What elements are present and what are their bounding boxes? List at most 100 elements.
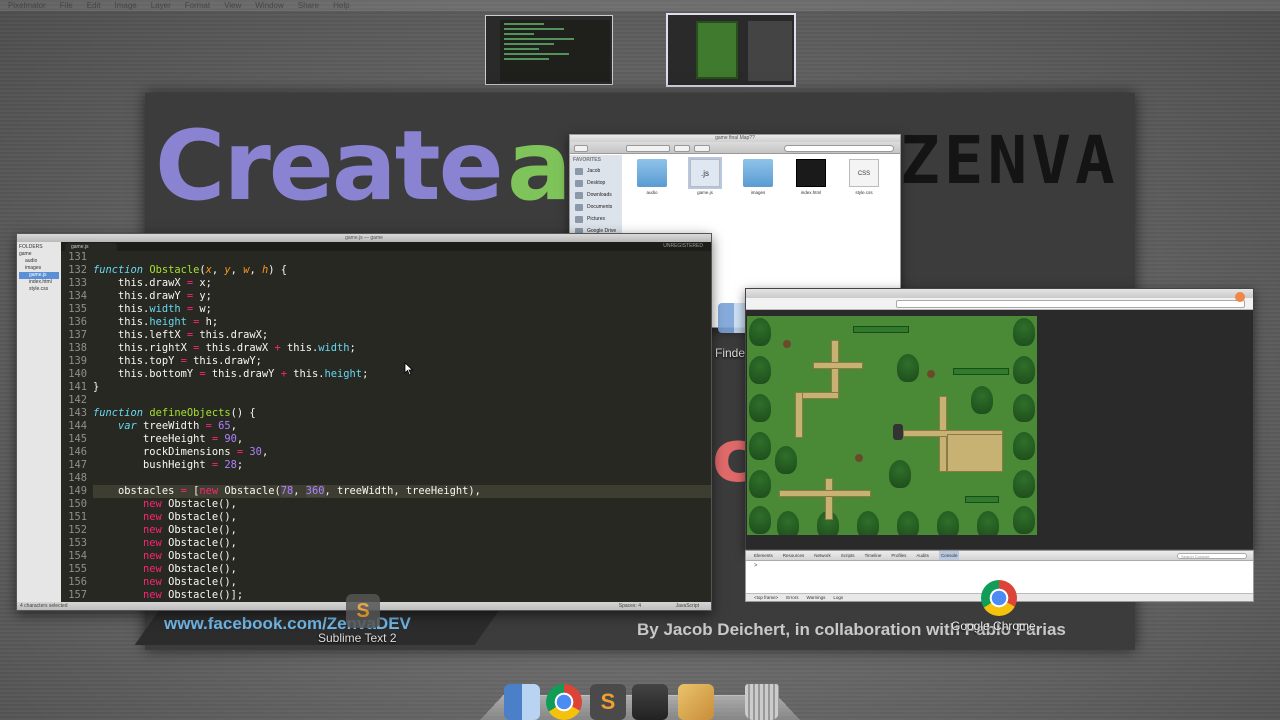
dock-trash-icon[interactable]: [745, 684, 779, 720]
devtools-tab-audits[interactable]: Audits: [916, 551, 929, 560]
code-line[interactable]: new Obstacle(),: [93, 537, 711, 550]
bush-hedge: [953, 368, 1009, 375]
syntax-setting[interactable]: JavaScript: [676, 602, 699, 610]
code-line[interactable]: this.bottomY = this.drawY + this.height;: [93, 368, 711, 381]
space-thumbnail-sublime[interactable]: [485, 15, 613, 85]
menu-item-help[interactable]: Help: [333, 1, 349, 10]
devtools-search-input[interactable]: Search Console: [1177, 553, 1247, 559]
code-line[interactable]: new Obstacle(),: [93, 563, 711, 576]
code-line[interactable]: [93, 472, 711, 485]
line-number: 144: [68, 420, 87, 432]
sidebar-item-pictures[interactable]: Pictures: [573, 213, 619, 225]
filter-logs[interactable]: Logs: [833, 594, 843, 601]
frame-selector[interactable]: <top frame>: [754, 594, 778, 601]
file-style-css[interactable]: CSS style.css: [842, 159, 886, 195]
code-line[interactable]: [93, 394, 711, 407]
indentation-setting[interactable]: Spaces: 4: [619, 602, 641, 610]
code-line[interactable]: this.drawX = x;: [93, 277, 711, 290]
view-mode-buttons[interactable]: [626, 145, 670, 152]
finder-search-input[interactable]: [784, 145, 894, 152]
quicklook-button[interactable]: [674, 145, 690, 152]
file-game-js[interactable]: .js game.js: [683, 157, 727, 195]
menu-item-share[interactable]: Share: [298, 1, 319, 10]
dock-video-app-icon[interactable]: [632, 684, 668, 720]
code-line[interactable]: new Obstacle()];: [93, 589, 711, 602]
code-line[interactable]: [93, 251, 711, 264]
devtools-tab-network[interactable]: Network: [814, 551, 831, 560]
sidebar-item-desktop[interactable]: Desktop: [573, 177, 619, 189]
code-editor[interactable]: function Obstacle(x, y, w, h) { this.dra…: [93, 251, 711, 604]
dock-chrome-icon[interactable]: [546, 684, 582, 720]
devtools-tab-console[interactable]: Console: [938, 551, 960, 560]
tab-game-js[interactable]: game.js: [65, 243, 117, 251]
devtools-tab-scripts[interactable]: Scripts: [841, 551, 855, 560]
menu-item-format[interactable]: Format: [185, 1, 210, 10]
menu-item-view[interactable]: View: [224, 1, 241, 10]
file-images[interactable]: images: [736, 159, 780, 195]
line-number: 145: [68, 433, 87, 445]
code-line[interactable]: bushHeight = 28;: [93, 459, 711, 472]
sidebar-folder-audio[interactable]: audio: [19, 258, 59, 265]
sidebar-file-style-css[interactable]: style.css: [19, 286, 59, 293]
menu-item-window[interactable]: Window: [255, 1, 283, 10]
code-line[interactable]: this.width = w;: [93, 303, 711, 316]
line-number: 150: [68, 498, 87, 510]
bush-hedge: [853, 326, 909, 333]
dock-finder-icon[interactable]: [504, 684, 540, 720]
code-line[interactable]: new Obstacle(),: [93, 524, 711, 537]
action-gear-button[interactable]: [694, 145, 710, 152]
code-line[interactable]: this.leftX = this.drawX;: [93, 329, 711, 342]
menu-item-file[interactable]: File: [60, 1, 73, 10]
chrome-tab-strip[interactable]: [746, 289, 1253, 298]
address-bar[interactable]: [896, 300, 1245, 308]
back-forward-button[interactable]: [574, 145, 588, 152]
code-line[interactable]: this.drawY = y;: [93, 290, 711, 303]
dock-preview-icon[interactable]: [678, 684, 714, 720]
code-line[interactable]: var treeWidth = 65,: [93, 420, 711, 433]
menu-item-edit[interactable]: Edit: [87, 1, 101, 10]
code-line[interactable]: new Obstacle(),: [93, 550, 711, 563]
code-line[interactable]: this.height = h;: [93, 316, 711, 329]
menu-item-image[interactable]: Image: [114, 1, 136, 10]
sidebar-item-downloads[interactable]: Downloads: [573, 189, 619, 201]
chrome-app-icon[interactable]: [981, 580, 1017, 616]
menu-item-app[interactable]: Pixelmator: [8, 1, 46, 10]
code-line[interactable]: function Obstacle(x, y, w, h) {: [93, 264, 711, 277]
thumbnail-side-preview: [748, 21, 792, 81]
sidebar-folder-game[interactable]: game: [19, 251, 59, 258]
code-line[interactable]: this.topY = this.drawY;: [93, 355, 711, 368]
space-thumbnail-game[interactable]: [666, 13, 796, 87]
profile-avatar-icon[interactable]: [1235, 292, 1245, 302]
rock-sprite: [927, 370, 935, 378]
filter-warnings[interactable]: Warnings: [807, 594, 826, 601]
sidebar-file-game-js[interactable]: game.js: [19, 272, 59, 279]
code-line[interactable]: new Obstacle(),: [93, 498, 711, 511]
menu-item-layer[interactable]: Layer: [151, 1, 171, 10]
code-line[interactable]: function defineObjects() {: [93, 407, 711, 420]
code-line[interactable]: this.rightX = this.drawX + this.width;: [93, 342, 711, 355]
file-audio[interactable]: audio: [630, 159, 674, 195]
line-number: 152: [68, 524, 87, 536]
sidebar-folder-images[interactable]: images: [19, 265, 59, 272]
code-line[interactable]: new Obstacle(),: [93, 511, 711, 524]
code-line[interactable]: rockDimensions = 30,: [93, 446, 711, 459]
code-line[interactable]: }: [93, 381, 711, 394]
code-line[interactable]: new Obstacle(),: [93, 576, 711, 589]
dock-sublime-icon[interactable]: S: [590, 684, 626, 720]
sidebar-item-documents[interactable]: Documents: [573, 201, 619, 213]
devtools-tab-elements[interactable]: Elements: [754, 551, 773, 560]
sidebar-file-index-html[interactable]: index.html: [19, 279, 59, 286]
file-index-html[interactable]: index.html: [789, 159, 833, 195]
sidebar-item-jacob[interactable]: Jacob: [573, 165, 619, 177]
filter-errors[interactable]: Errors: [786, 594, 798, 601]
devtools-tab-timeline[interactable]: Timeline: [865, 551, 882, 560]
game-canvas[interactable]: [747, 316, 1037, 535]
console-prompt[interactable]: >: [746, 561, 1253, 571]
devtools-tab-profiles[interactable]: Profiles: [891, 551, 906, 560]
devtools-tab-resources[interactable]: Resources: [783, 551, 805, 560]
sublime-app-icon[interactable]: S: [346, 594, 380, 628]
code-line[interactable]: treeHeight = 90,: [93, 433, 711, 446]
line-number: 157: [68, 589, 87, 601]
code-line[interactable]: obstacles = [new Obstacle(78, 360, treeW…: [93, 485, 711, 498]
sublime-window[interactable]: game.js — game FOLDERS game audio images…: [16, 233, 712, 611]
